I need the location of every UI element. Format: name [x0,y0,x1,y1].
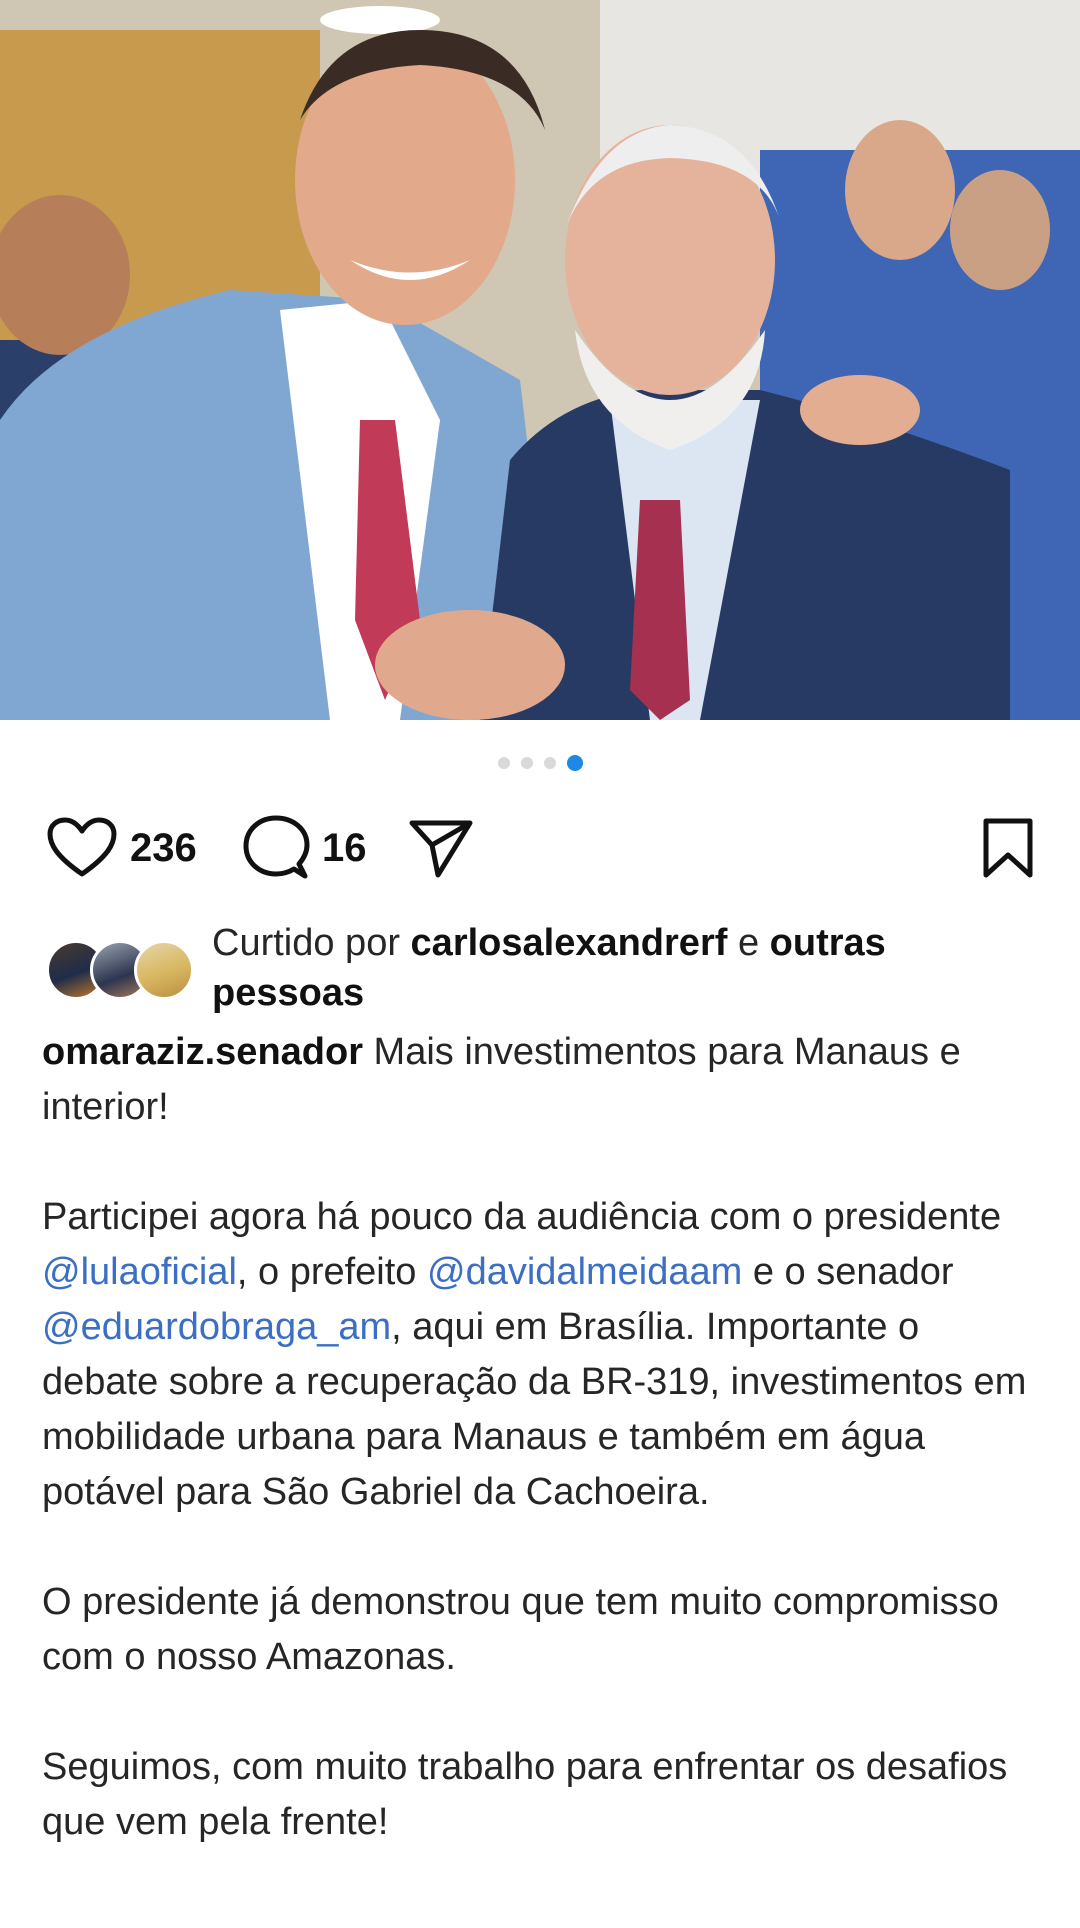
like-count: 236 [130,825,197,870]
avatar [134,940,194,1000]
post-caption: omaraziz.senador Mais investimentos para… [42,1025,1042,1905]
comment-button[interactable]: 16 [242,812,367,884]
share-button[interactable] [408,812,474,884]
caption-username[interactable]: omaraziz.senador [42,1031,363,1073]
liked-by-user[interactable]: carlosalexandrerf [411,922,728,964]
comment-icon [243,815,310,879]
carousel-indicator [0,755,1080,771]
save-button[interactable] [982,812,1034,884]
bookmark-icon [983,818,1033,878]
liked-by[interactable]: Curtido por carlosalexandrerf e outras p… [46,918,1040,1014]
post-actions: 236 16 [46,812,1034,884]
heart-icon [47,817,117,877]
caption-text: Participei agora há pouco da audiência c… [42,1196,1002,1238]
caption-paragraph: omaraziz.senador Mais investimentos para… [42,1025,1042,1135]
post-photo[interactable] [0,0,1080,720]
carousel-dot [497,757,510,769]
send-icon [409,820,473,878]
carousel-dot [520,757,533,769]
caption-text: e o senador [742,1251,954,1293]
mention-link[interactable]: @lulaoficial [42,1251,237,1293]
liked-by-avatars [46,940,194,1000]
mention-link[interactable]: @eduardobraga_am [42,1306,391,1348]
mention-link[interactable]: @davidalmeidaam [427,1251,742,1293]
like-button[interactable]: 236 [46,812,197,884]
caption-paragraph: Participei agora há pouco da audiência c… [42,1190,1042,1520]
comment-count: 16 [322,825,367,870]
liked-by-text: Curtido por carlosalexandrerf e outras p… [212,918,1040,1018]
caption-paragraph: O presidente já demonstrou que tem muito… [42,1581,999,1678]
caption-paragraph: Seguimos, com muito trabalho para enfren… [42,1746,1008,1843]
caption-text: , o prefeito [236,1251,428,1293]
carousel-dot [543,757,556,769]
post-image [0,0,1080,720]
liked-by-prefix: Curtido por [212,922,411,964]
carousel-dot-active [566,755,583,771]
liked-by-conj: e [727,922,770,964]
